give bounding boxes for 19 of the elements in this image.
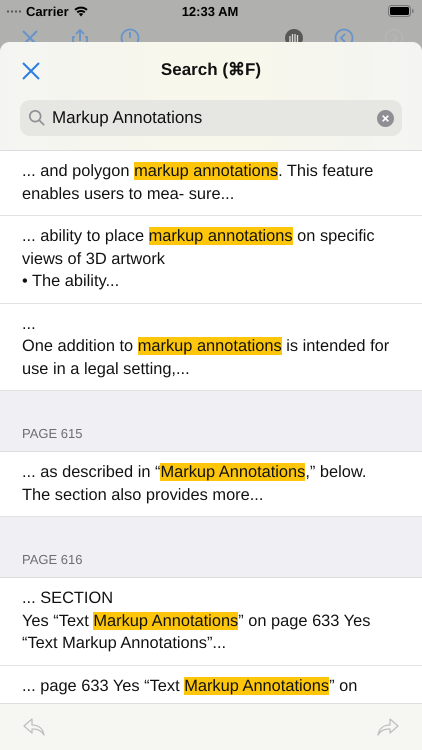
page-header: PAGE 615 bbox=[22, 426, 82, 441]
sheet-title: Search (⌘F) bbox=[160, 58, 262, 80]
page-header: PAGE 616 bbox=[22, 552, 82, 567]
search-result[interactable]: ... SECTION Yes “Text Markup Annotations” on page 633 Yes “Text Markup Annotations”... bbox=[22, 587, 392, 654]
wifi-icon bbox=[72, 5, 89, 17]
search-result[interactable]: ... ability to place markup annotations on specific views of 3D artwork • The ability... bbox=[22, 225, 392, 292]
search-field[interactable]: Markup Annotations bbox=[20, 100, 402, 136]
clock-time: 12:33 AM bbox=[182, 4, 238, 18]
search-result[interactable]: ... and polygon markup annotations. This feature enables users to mea- sure... bbox=[22, 160, 392, 205]
clear-icon[interactable] bbox=[377, 110, 394, 126]
search-result[interactable]: ... as described in “Markup Annotations,” below. The section also provides more... bbox=[22, 461, 392, 506]
forward-arrow-icon[interactable] bbox=[376, 717, 400, 737]
signal-icon bbox=[6, 10, 22, 12]
search-result[interactable]: ... One addition to markup annotations is intended for use in a legal setting,... bbox=[22, 312, 392, 380]
search-result[interactable]: ... page 633 Yes “Text Markup Annotations” on bbox=[22, 674, 392, 697]
carrier-name: Carrier bbox=[26, 4, 69, 18]
reply-arrow-icon[interactable] bbox=[22, 717, 46, 737]
search-icon bbox=[28, 109, 46, 127]
battery-icon bbox=[388, 5, 414, 17]
